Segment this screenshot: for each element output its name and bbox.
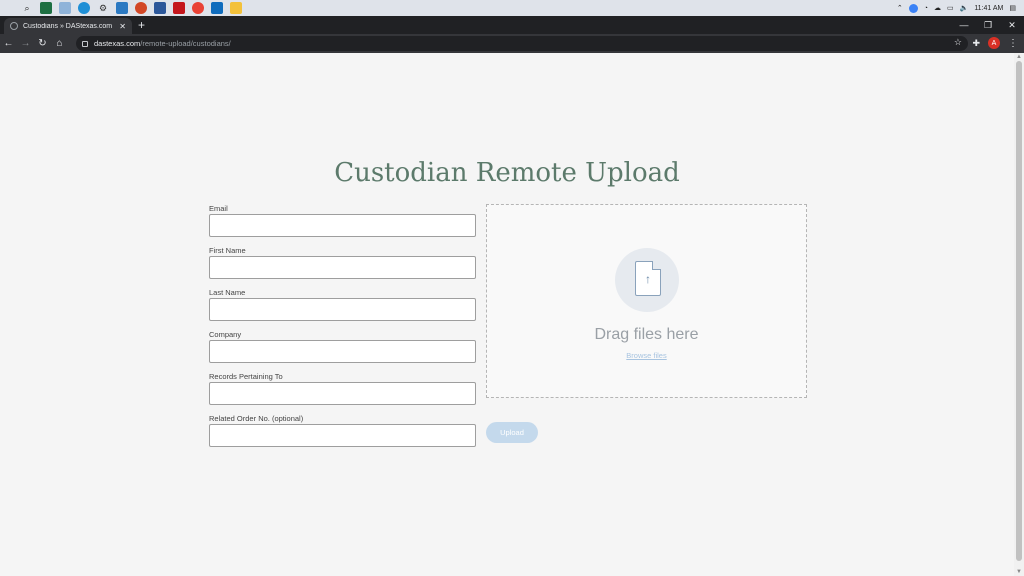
minimize-icon[interactable]: — bbox=[952, 16, 976, 34]
back-icon[interactable]: ← bbox=[0, 38, 17, 49]
last-name-label: Last Name bbox=[209, 288, 246, 297]
address-bar[interactable]: dastexas.com /remote-upload/custodians/ … bbox=[76, 36, 968, 51]
browser-tab[interactable]: Custodians » DAStexas.com ✕ bbox=[4, 18, 132, 34]
notepad-icon[interactable] bbox=[59, 2, 71, 14]
company-field-group: Company bbox=[209, 329, 476, 371]
page-title: Custodian Remote Upload bbox=[334, 158, 680, 188]
related-order-input[interactable] bbox=[209, 424, 476, 447]
first-name-label: First Name bbox=[209, 246, 246, 255]
browser-tab-strip: Custodians » DAStexas.com ✕ + — ❐ ✕ bbox=[0, 16, 1024, 34]
email-label: Email bbox=[209, 204, 228, 213]
profile-avatar[interactable]: A bbox=[988, 37, 1000, 49]
email-field-group: Email bbox=[209, 203, 476, 245]
company-input[interactable] bbox=[209, 340, 476, 363]
chrome-icon[interactable] bbox=[192, 2, 204, 14]
browse-files-link[interactable]: Browse files bbox=[487, 351, 806, 360]
company-label: Company bbox=[209, 330, 242, 339]
last-name-field-group: Last Name bbox=[209, 287, 476, 329]
acrobat-icon[interactable] bbox=[173, 2, 185, 14]
scrollbar-thumb[interactable] bbox=[1016, 61, 1022, 561]
upload-file-icon: ↑ bbox=[615, 248, 679, 312]
file-explorer-icon[interactable] bbox=[230, 2, 242, 14]
network-icon[interactable]: ◔ bbox=[924, 5, 928, 12]
clock[interactable]: 11:41 AM bbox=[974, 5, 1003, 12]
app-tray-icon[interactable] bbox=[908, 3, 918, 13]
word-icon[interactable] bbox=[154, 2, 166, 14]
first-name-field-group: First Name bbox=[209, 245, 476, 287]
document-icon: ↑ bbox=[635, 261, 661, 296]
windows-taskbar: ⌕ ⚙ ⌃ ◔ ☁ ▭ 🔈 11:41 AM ▤ bbox=[0, 0, 1024, 16]
records-field-group: Records Pertaining To bbox=[209, 371, 476, 413]
bookmark-star-icon[interactable]: ☆ bbox=[954, 37, 962, 48]
excel-icon[interactable] bbox=[40, 2, 52, 14]
reload-icon[interactable]: ↻ bbox=[34, 38, 51, 49]
outlook-icon[interactable] bbox=[211, 2, 223, 14]
chevron-up-icon[interactable]: ⌃ bbox=[897, 4, 903, 12]
new-tab-button[interactable]: + bbox=[138, 18, 145, 32]
windows-start-icon[interactable] bbox=[4, 3, 14, 13]
first-name-input[interactable] bbox=[209, 256, 476, 279]
volume-icon[interactable]: 🔈 bbox=[960, 4, 969, 12]
upload-button[interactable]: Upload bbox=[486, 422, 538, 443]
browser-toolbar: ← → ↻ ⌂ dastexas.com /remote-upload/cust… bbox=[0, 34, 1024, 53]
settings-icon[interactable]: ⚙ bbox=[97, 2, 109, 14]
url-path: /remote-upload/custodians/ bbox=[140, 39, 231, 48]
related-order-label: Related Order No. (optional) bbox=[209, 414, 304, 423]
file-dropzone[interactable]: ↑ Drag files here Browse files bbox=[486, 204, 807, 398]
battery-icon[interactable]: ▭ bbox=[947, 4, 954, 12]
url-host: dastexas.com bbox=[94, 39, 141, 48]
lock-icon[interactable] bbox=[82, 40, 88, 47]
last-name-input[interactable] bbox=[209, 298, 476, 321]
close-window-icon[interactable]: ✕ bbox=[1000, 16, 1024, 34]
browser-menu-icon[interactable]: ⋮ bbox=[1008, 38, 1018, 49]
records-pertaining-input[interactable] bbox=[209, 382, 476, 405]
order-no-field-group: Related Order No. (optional) bbox=[209, 413, 476, 455]
custodian-form: Email First Name Last Name Company Recor… bbox=[209, 203, 476, 455]
page-scrollbar[interactable]: ▲ ▼ bbox=[1014, 53, 1024, 576]
dropzone-text: Drag files here bbox=[594, 326, 699, 343]
home-icon[interactable]: ⌂ bbox=[51, 38, 68, 49]
favicon-icon bbox=[10, 22, 18, 30]
close-tab-icon[interactable]: ✕ bbox=[119, 22, 126, 31]
forward-icon[interactable]: → bbox=[17, 38, 34, 49]
restore-icon[interactable]: ❐ bbox=[976, 16, 1000, 34]
system-tray: ⌃ ◔ ☁ ▭ 🔈 11:41 AM ▤ bbox=[897, 0, 1024, 16]
search-icon[interactable]: ⌕ bbox=[21, 2, 33, 14]
scroll-down-icon[interactable]: ▼ bbox=[1016, 569, 1022, 575]
email-input[interactable] bbox=[209, 214, 476, 237]
window-controls: — ❐ ✕ bbox=[952, 16, 1024, 34]
edge-icon[interactable] bbox=[78, 2, 90, 14]
powerpoint-icon[interactable] bbox=[135, 2, 147, 14]
page-content: Custodian Remote Upload Email First Name… bbox=[0, 53, 1014, 576]
tab-title: Custodians » DAStexas.com bbox=[23, 22, 113, 30]
scroll-up-icon[interactable]: ▲ bbox=[1016, 54, 1022, 60]
remote-desktop-icon[interactable] bbox=[116, 2, 128, 14]
notifications-icon[interactable]: ▤ bbox=[1009, 4, 1016, 12]
extensions-icon[interactable]: ✚ bbox=[972, 38, 980, 49]
cloud-icon[interactable]: ☁ bbox=[934, 4, 941, 12]
records-pertaining-label: Records Pertaining To bbox=[209, 372, 283, 381]
arrow-up-icon: ↑ bbox=[645, 272, 651, 286]
